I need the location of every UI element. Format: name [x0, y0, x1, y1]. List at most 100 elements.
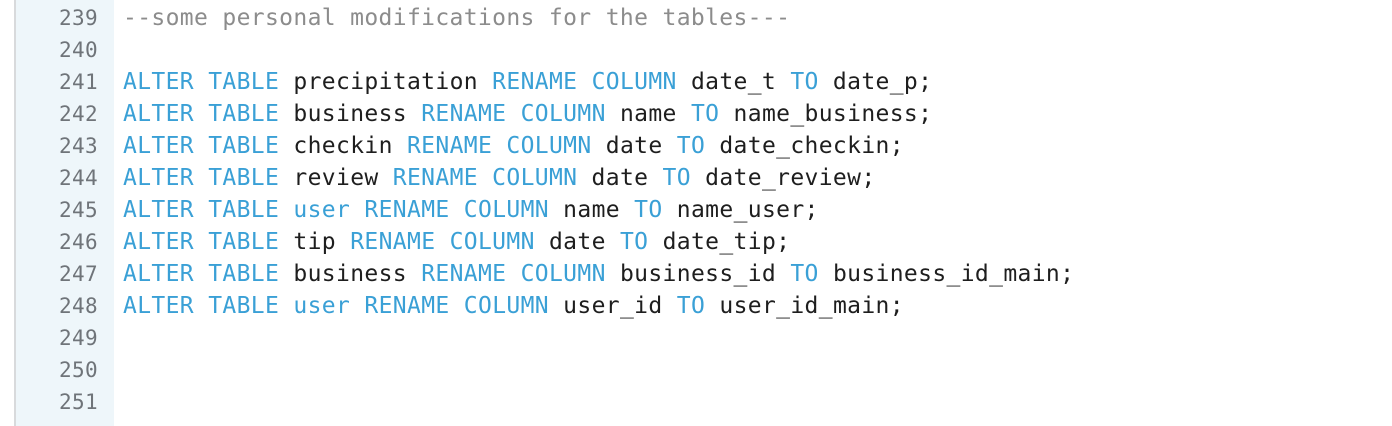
sql-text: business_id_main; — [818, 261, 1075, 287]
sql-keyword: RENAME — [406, 133, 493, 159]
sql-text: precipitation — [279, 69, 493, 95]
sql-keyword: COLUMN — [506, 133, 592, 159]
code-text[interactable]: ALTER TABLE business RENAME COLUMN busin… — [123, 258, 1074, 290]
sql-keyword: RENAME — [421, 101, 507, 127]
sql-text: date_checkin; — [705, 133, 904, 159]
code-line[interactable]: 244 ALTER TABLE review RENAME COLUMN date… — [0, 162, 1392, 194]
sql-keyword: TABLE — [208, 293, 280, 319]
sql-keyword: TABLE — [208, 69, 280, 95]
sql-keyword: COLUMN — [520, 261, 606, 287]
sql-keyword: COLUMN — [463, 197, 549, 223]
sql-text: date_p; — [818, 69, 933, 95]
sql-keyword: TO — [790, 69, 819, 95]
sql-text: user_id — [548, 293, 677, 319]
sql-text: date_tip; — [648, 229, 791, 255]
sql-text: name_user; — [662, 197, 819, 223]
sql-text: business — [279, 101, 422, 127]
code-line[interactable]: 247 ALTER TABLE business RENAME COLUMN bu… — [0, 258, 1392, 290]
code-editor[interactable]: 239 --some personal modifications for the… — [0, 0, 1392, 426]
code-line[interactable]: 250 — [0, 354, 1392, 386]
sql-keyword: TABLE — [208, 101, 280, 127]
sql-keyword: ALTER — [123, 165, 194, 191]
line-number: 242 — [59, 102, 98, 126]
sql-keyword: ALTER — [123, 293, 194, 319]
sql-text: tip — [279, 229, 351, 255]
sql-keyword: COLUMN — [463, 293, 549, 319]
code-line[interactable]: 249 — [0, 322, 1392, 354]
code-line[interactable]: 239 --some personal modifications for the… — [0, 2, 1392, 34]
line-number: 249 — [59, 326, 98, 350]
code-text[interactable]: ALTER TABLE checkin RENAME COLUMN date T… — [123, 130, 904, 162]
code-text[interactable]: ALTER TABLE precipitation RENAME COLUMN … — [123, 66, 932, 98]
line-number: 250 — [59, 358, 98, 382]
code-text[interactable]: ALTER TABLE user RENAME COLUMN name TO n… — [123, 194, 819, 226]
sql-text: business — [279, 261, 422, 287]
sql-keyword: COLUMN — [449, 229, 535, 255]
sql-keyword: ALTER — [123, 69, 194, 95]
line-number: 239 — [59, 6, 98, 30]
sql-keyword: user — [293, 293, 351, 319]
code-text[interactable]: ALTER TABLE tip RENAME COLUMN date TO da… — [123, 226, 790, 258]
sql-keyword: TO — [634, 197, 663, 223]
sql-keyword: TO — [690, 101, 720, 127]
line-number: 251 — [59, 390, 98, 414]
sql-keyword: RENAME — [364, 197, 450, 223]
code-area[interactable]: 239 --some personal modifications for the… — [0, 2, 1392, 418]
code-text[interactable]: ALTER TABLE review RENAME COLUMN date TO… — [123, 162, 876, 194]
sql-keyword: TO — [790, 261, 819, 287]
sql-text: name_business; — [719, 101, 933, 127]
sql-keyword: TABLE — [208, 261, 280, 287]
line-number: 244 — [59, 166, 98, 190]
sql-text: date_t — [676, 69, 791, 95]
sql-text: checkin — [279, 133, 407, 159]
code-line[interactable]: 245 ALTER TABLE user RENAME COLUMN name T… — [0, 194, 1392, 226]
sql-keyword: RENAME — [392, 165, 478, 191]
code-line[interactable]: 241 ALTER TABLE precipitation RENAME COLU… — [0, 66, 1392, 98]
sql-keyword: TO — [662, 165, 691, 191]
line-number: 243 — [59, 134, 98, 158]
code-line[interactable]: 243 ALTER TABLE checkin RENAME COLUMN dat… — [0, 130, 1392, 162]
line-number: 248 — [59, 294, 98, 318]
sql-text: business_id — [605, 261, 791, 287]
sql-keyword: RENAME — [421, 261, 507, 287]
line-number: 241 — [59, 70, 98, 94]
sql-keyword: RENAME — [350, 229, 436, 255]
sql-keyword: ALTER — [123, 229, 194, 255]
line-number: 247 — [59, 262, 98, 286]
code-line[interactable]: 242 ALTER TABLE business RENAME COLUMN na… — [0, 98, 1392, 130]
line-number: 240 — [59, 38, 98, 62]
sql-keyword: RENAME — [364, 293, 450, 319]
code-line[interactable]: 240 — [0, 34, 1392, 66]
sql-keyword: TO — [619, 229, 649, 255]
code-text[interactable]: ALTER TABLE business RENAME COLUMN name … — [123, 98, 932, 130]
code-line[interactable]: 246 ALTER TABLE tip RENAME COLUMN date TO… — [0, 226, 1392, 258]
sql-keyword: TO — [676, 293, 706, 319]
sql-keyword: ALTER — [123, 101, 194, 127]
code-text[interactable]: --some personal modifications for the ta… — [123, 2, 790, 34]
code-text[interactable]: ALTER TABLE user RENAME COLUMN user_id T… — [123, 290, 904, 322]
sql-text: user_id_main; — [705, 293, 904, 319]
sql-keyword: ALTER — [123, 261, 194, 287]
sql-keyword: COLUMN — [492, 165, 578, 191]
line-number: 245 — [59, 198, 98, 222]
sql-keyword: ALTER — [123, 133, 194, 159]
code-line[interactable]: 248 ALTER TABLE user RENAME COLUMN user_i… — [0, 290, 1392, 322]
sql-text: review — [279, 165, 393, 191]
code-line[interactable]: 251 — [0, 386, 1392, 418]
